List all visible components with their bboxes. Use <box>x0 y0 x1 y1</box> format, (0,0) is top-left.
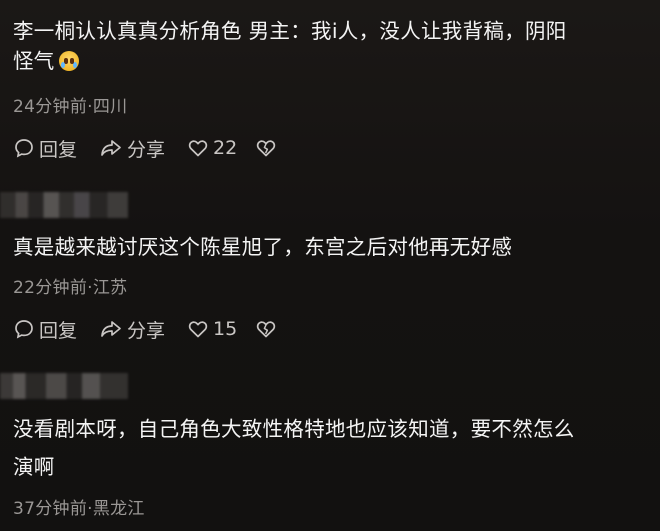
reply-button[interactable]: 回复 <box>13 135 77 162</box>
like-count: 15 <box>213 318 238 340</box>
comment-meta: 24分钟前·四川 <box>13 97 128 117</box>
comment-actions: 回复 分享 15 <box>13 315 303 343</box>
like-count: 22 <box>213 137 238 159</box>
comment-text: 真是越来越讨厌这个陈星旭了，东宫之后对他再无好感 <box>13 232 660 262</box>
like-button[interactable]: 22 <box>187 137 237 159</box>
share-label: 分享 <box>127 138 166 161</box>
heart-icon <box>188 140 208 157</box>
comment-text: 演啊 <box>13 452 660 482</box>
crying-face-icon <box>58 51 79 71</box>
heart-icon <box>188 321 208 338</box>
dislike-button[interactable] <box>255 137 281 159</box>
share-icon <box>101 140 121 156</box>
comment-text: 李一桐认认真真分析角色 男主：我i人，没人让我背稿，阴阳 <box>13 16 660 46</box>
comment-text-line: 真是越来越讨厌这个陈星旭了，东宫之后对他再无好感 <box>13 235 513 259</box>
username-blurred <box>0 192 128 218</box>
comment-text-line: 李一桐认认真真分析角色 男主：我i人，没人让我背稿，阴阳 <box>13 19 567 43</box>
reply-label: 回复 <box>39 138 78 161</box>
broken-heart-icon <box>257 140 276 157</box>
dislike-button[interactable] <box>255 318 281 340</box>
share-button[interactable]: 分享 <box>99 135 165 162</box>
reply-icon <box>15 139 33 158</box>
comment-meta: 22分钟前·江苏 <box>13 278 128 298</box>
reply-icon <box>15 320 33 339</box>
comment-text-line: 演啊 <box>13 455 55 479</box>
username-blurred <box>0 373 128 399</box>
comment-text-line: 怪气 <box>13 49 55 73</box>
comment-text: 没看剧本呀，自己角色大致性格特地也应该知道，要不然怎么 <box>13 414 660 444</box>
share-label: 分享 <box>127 319 166 342</box>
comment-text-line: 没看剧本呀，自己角色大致性格特地也应该知道，要不然怎么 <box>13 417 575 441</box>
reply-label: 回复 <box>39 319 78 342</box>
like-button[interactable]: 15 <box>187 318 237 340</box>
share-icon <box>101 321 121 337</box>
comment-actions: 回复 分享 22 <box>13 134 303 162</box>
reply-button[interactable]: 回复 <box>13 316 77 343</box>
broken-heart-icon <box>257 321 276 338</box>
comment-meta: 37分钟前·黑龙江 <box>13 499 145 519</box>
comment-text: 怪气 <box>13 46 660 76</box>
share-button[interactable]: 分享 <box>99 316 165 343</box>
